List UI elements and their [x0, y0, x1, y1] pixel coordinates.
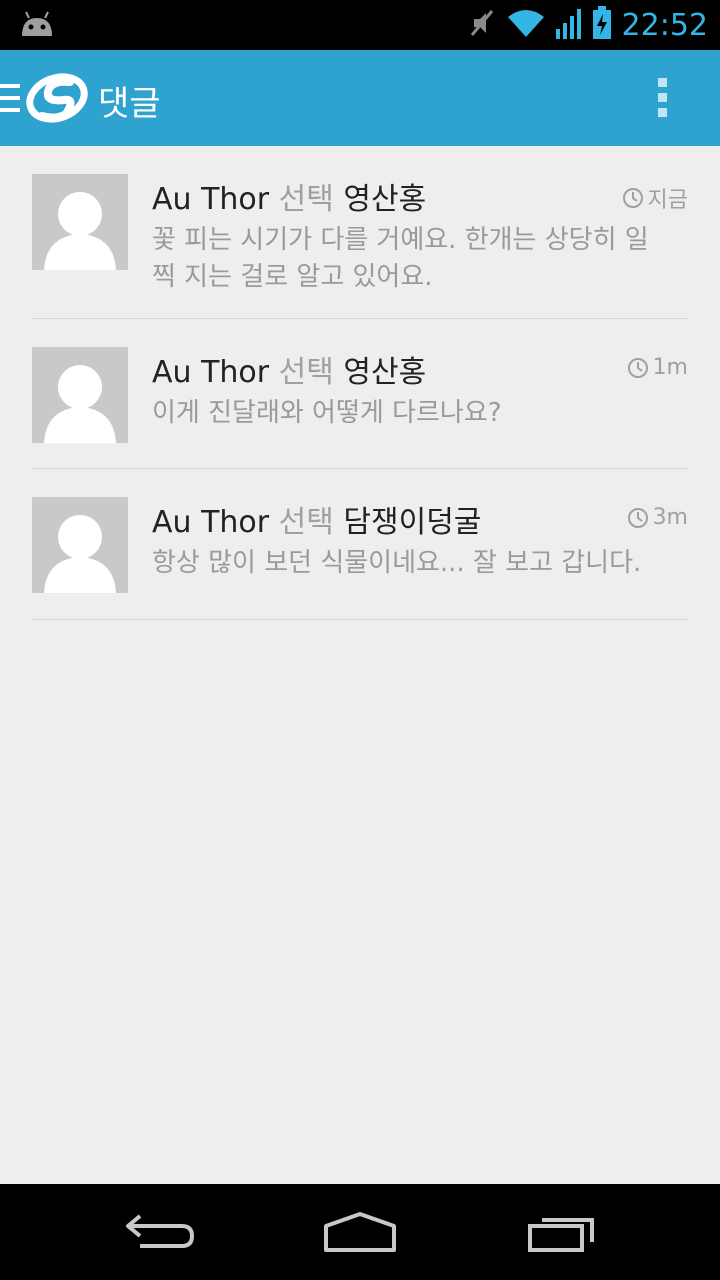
- comment-target[interactable]: 영산홍: [343, 355, 426, 390]
- comment-author[interactable]: Au Thor: [152, 505, 269, 540]
- comment-text: 꽃 피는 시기가 다를 거예요. 한개는 상당히 일찍 지는 걸로 알고 있어요…: [152, 225, 649, 292]
- comment-list-container: Au Thor 선택 영산홍 지금 꽃 피는 시기가 다를 거예요. 한개는 상…: [0, 146, 720, 1184]
- home-icon[interactable]: [322, 1210, 398, 1258]
- comment-item[interactable]: Au Thor 선택 영산홍 지금 꽃 피는 시기가 다를 거예요. 한개는 상…: [32, 146, 688, 319]
- clock-icon: [627, 507, 648, 528]
- comment-time-label: 3m: [652, 505, 688, 530]
- mute-icon: [468, 7, 496, 43]
- comment-time-label: 1m: [652, 355, 688, 380]
- comment-time: 지금: [622, 182, 688, 214]
- avatar[interactable]: [32, 497, 128, 593]
- comment-item[interactable]: Au Thor 선택 담쟁이덩굴 3m 항상 많이 보던 식물이네요... 잘 …: [32, 469, 688, 620]
- status-clock: 22:52: [621, 7, 708, 43]
- comment-author[interactable]: Au Thor: [152, 182, 269, 217]
- comment-text: 이게 진달래와 어떻게 다르나요?: [152, 398, 502, 428]
- comment-header: Au Thor 선택 영산홍: [152, 347, 426, 391]
- comment-time: 3m: [627, 505, 688, 530]
- page-title: 댓글: [98, 84, 161, 124]
- comment-verb: 선택: [278, 182, 334, 217]
- drawer-icon[interactable]: [0, 84, 20, 114]
- battery-charging-icon: [592, 6, 612, 44]
- avatar[interactable]: [32, 347, 128, 443]
- back-icon[interactable]: [122, 1210, 196, 1258]
- comment-time-label: 지금: [647, 188, 688, 213]
- comment-target[interactable]: 담쟁이덩굴: [343, 505, 481, 540]
- android-icon: [18, 10, 56, 42]
- navigation-bar: [0, 1184, 720, 1280]
- comment-list: Au Thor 선택 영산홍 지금 꽃 피는 시기가 다를 거예요. 한개는 상…: [0, 146, 720, 620]
- signal-icon: [555, 7, 582, 43]
- comment-header: Au Thor 선택 영산홍: [152, 174, 426, 218]
- wifi-icon: [506, 7, 546, 43]
- avatar[interactable]: [32, 174, 128, 270]
- comment-verb: 선택: [278, 355, 334, 390]
- comment-item[interactable]: Au Thor 선택 영산홍 1m 이게 진달래와 어떻게 다르나요?: [32, 319, 688, 469]
- recent-apps-icon[interactable]: [526, 1210, 600, 1258]
- comment-text: 항상 많이 보던 식물이네요... 잘 보고 갑니다.: [152, 548, 642, 578]
- comment-verb: 선택: [278, 505, 334, 540]
- status-bar: 22:52: [0, 0, 720, 50]
- person-icon: [44, 515, 116, 593]
- person-icon: [44, 192, 116, 270]
- clock-icon: [627, 357, 648, 378]
- person-icon: [44, 365, 116, 443]
- comment-author[interactable]: Au Thor: [152, 355, 269, 390]
- clock-icon: [622, 188, 643, 208]
- overflow-menu-icon[interactable]: [658, 78, 670, 120]
- action-bar: 댓글: [0, 50, 720, 146]
- comment-header: Au Thor 선택 담쟁이덩굴: [152, 497, 481, 541]
- app-logo-icon[interactable]: [26, 72, 88, 124]
- comment-target[interactable]: 영산홍: [343, 182, 426, 217]
- comment-time: 1m: [627, 355, 688, 380]
